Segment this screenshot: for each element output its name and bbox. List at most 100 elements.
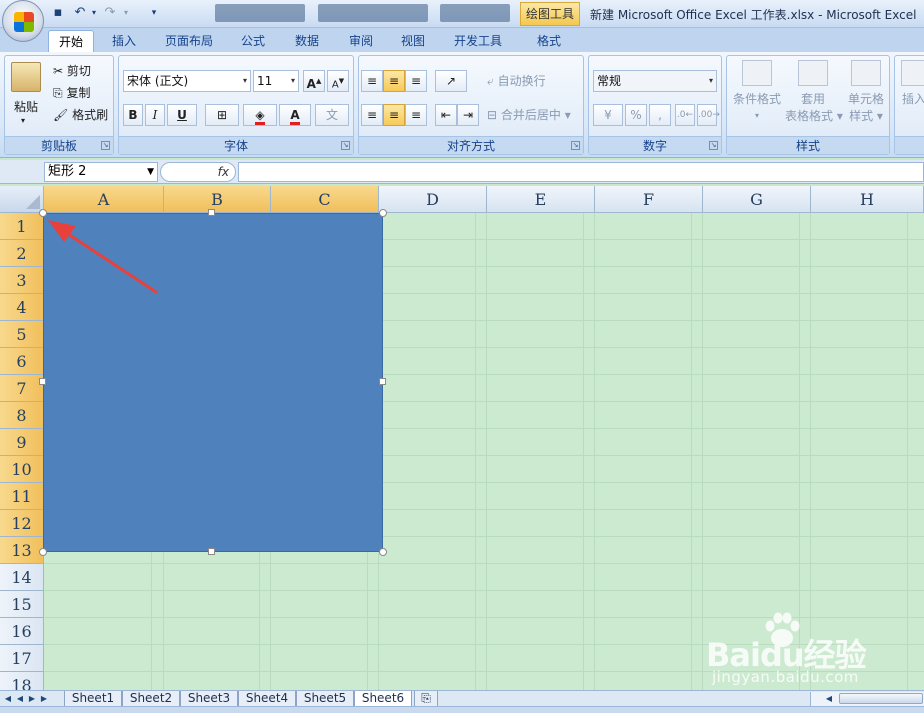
column-header-a[interactable]: A [44,186,164,213]
shrink-font-button[interactable]: A▼ [327,70,349,92]
paste-icon[interactable] [11,62,41,92]
tab-view[interactable]: 视图 [388,30,438,52]
resize-handle-bottom-right[interactable] [379,548,387,556]
font-name-combo[interactable]: 宋体 (正文) ▾ [123,70,251,92]
dialog-launcher-icon[interactable]: ↘ [101,141,110,150]
align-center-button[interactable]: ≡ [383,104,405,126]
row-header[interactable]: 6 [0,348,44,375]
tab-review[interactable]: 审阅 [336,30,386,52]
sheet-tab-6[interactable]: Sheet6 [354,691,412,707]
orientation-button[interactable]: ↗ [435,70,467,92]
save-icon[interactable]: ▪ [50,5,66,21]
sheet-tab-4[interactable]: Sheet4 [238,691,296,707]
sheet-tab-3[interactable]: Sheet3 [180,691,238,707]
font-size-combo[interactable]: 11 ▾ [253,70,299,92]
row-header[interactable]: 10 [0,456,44,483]
row-header[interactable]: 8 [0,402,44,429]
column-header-e[interactable]: E [487,186,595,213]
copy-button[interactable]: ⎘ 复制 [53,84,90,101]
row-header[interactable]: 5 [0,321,44,348]
paste-dropdown-icon[interactable]: ▾ [21,116,25,125]
percent-button[interactable]: % [625,104,647,126]
bold-button[interactable]: B [123,104,143,126]
cell-styles-button[interactable]: 单元格 样式 ▾ [843,60,889,124]
undo-dropdown-icon[interactable]: ▾ [86,5,102,21]
column-header-b[interactable]: B [164,186,271,213]
row-header[interactable]: 1 [0,213,44,240]
number-format-combo[interactable]: 常规 ▾ [593,70,717,92]
resize-handle-bottom[interactable] [208,548,215,555]
scrollbar-thumb[interactable] [839,693,923,704]
insert-cells-button[interactable]: 插入 [901,60,924,107]
dialog-launcher-icon[interactable]: ↘ [571,141,580,150]
redo-dropdown-icon[interactable]: ▾ [118,5,134,21]
fill-color-button[interactable]: ◈ [243,104,277,126]
align-right-button[interactable]: ≡ [405,104,427,126]
comma-button[interactable]: , [649,104,671,126]
column-header-h[interactable]: H [811,186,924,213]
insert-function-button[interactable]: fx [160,162,236,182]
next-sheet-icon[interactable]: ▶ [26,692,38,705]
align-left-button[interactable]: ≡ [361,104,383,126]
tab-page-layout[interactable]: 页面布局 [158,30,220,52]
resize-handle-bottom-left[interactable] [39,548,47,556]
merge-center-button[interactable]: ⊟ 合并后居中 ▾ [487,106,571,123]
row-header[interactable]: 11 [0,483,44,510]
sheet-tab-2[interactable]: Sheet2 [122,691,180,707]
dialog-launcher-icon[interactable]: ↘ [709,141,718,150]
resize-handle-right[interactable] [379,378,386,385]
cut-button[interactable]: ✂ 剪切 [53,62,91,79]
paste-button[interactable]: 粘贴 [14,98,38,115]
row-header[interactable]: 14 [0,564,44,591]
resize-handle-top[interactable] [208,209,215,216]
dialog-launcher-icon[interactable]: ↘ [341,141,350,150]
row-header[interactable]: 4 [0,294,44,321]
column-header-g[interactable]: G [703,186,811,213]
tab-developer[interactable]: 开发工具 [446,30,510,52]
first-sheet-icon[interactable]: ◀ [2,692,14,705]
tab-formulas[interactable]: 公式 [228,30,278,52]
underline-button[interactable]: U [167,104,197,126]
row-header[interactable]: 2 [0,240,44,267]
wrap-text-button[interactable]: ⤶ 自动换行 [487,72,546,89]
font-color-button[interactable]: A [279,104,311,126]
phonetic-button[interactable]: 文 [315,104,349,126]
office-button[interactable] [2,0,44,42]
row-header[interactable]: 13 [0,537,44,564]
row-header[interactable]: 16 [0,618,44,645]
increase-decimal-button[interactable]: .0← [675,104,695,126]
align-middle-button[interactable]: ≡ [383,70,405,92]
align-top-button[interactable]: ≡ [361,70,383,92]
row-header[interactable]: 12 [0,510,44,537]
redo-icon[interactable]: ↷ [102,5,118,21]
tab-insert[interactable]: 插入 [100,30,148,52]
format-painter-button[interactable]: 🖌 格式刷 [53,106,108,123]
format-as-table-button[interactable]: 套用 表格格式 ▾ [785,60,843,124]
row-header[interactable]: 18 [0,672,44,690]
row-header[interactable]: 7 [0,375,44,402]
insert-sheet-button[interactable]: ⎘ [414,691,438,707]
italic-button[interactable]: I [145,104,165,126]
row-header[interactable]: 3 [0,267,44,294]
tab-home[interactable]: 开始 [48,30,94,52]
decrease-indent-button[interactable]: ⇤ [435,104,457,126]
row-header[interactable]: 15 [0,591,44,618]
select-all-button[interactable] [0,186,44,213]
borders-button[interactable]: ⊞ [205,104,239,126]
scroll-left-icon[interactable]: ◀ [823,692,835,705]
tab-data[interactable]: 数据 [282,30,332,52]
sheet-tab-5[interactable]: Sheet5 [296,691,354,707]
resize-handle-top-right[interactable] [379,209,387,217]
customize-toolbar-icon[interactable]: ▾ [146,5,162,21]
resize-handle-left[interactable] [39,378,46,385]
sheet-tab-1[interactable]: Sheet1 [64,691,122,707]
column-header-d[interactable]: D [379,186,487,213]
currency-button[interactable]: ¥ [593,104,623,126]
last-sheet-icon[interactable]: ▶ [38,692,50,705]
name-box[interactable]: 矩形 2 ▼ [44,162,158,182]
row-header[interactable]: 9 [0,429,44,456]
horizontal-scrollbar[interactable]: ◀ [810,692,924,706]
decrease-decimal-button[interactable]: .00→ [697,104,720,126]
align-bottom-button[interactable]: ≡ [405,70,427,92]
conditional-formatting-button[interactable]: 条件格式 ▾ [731,60,783,121]
